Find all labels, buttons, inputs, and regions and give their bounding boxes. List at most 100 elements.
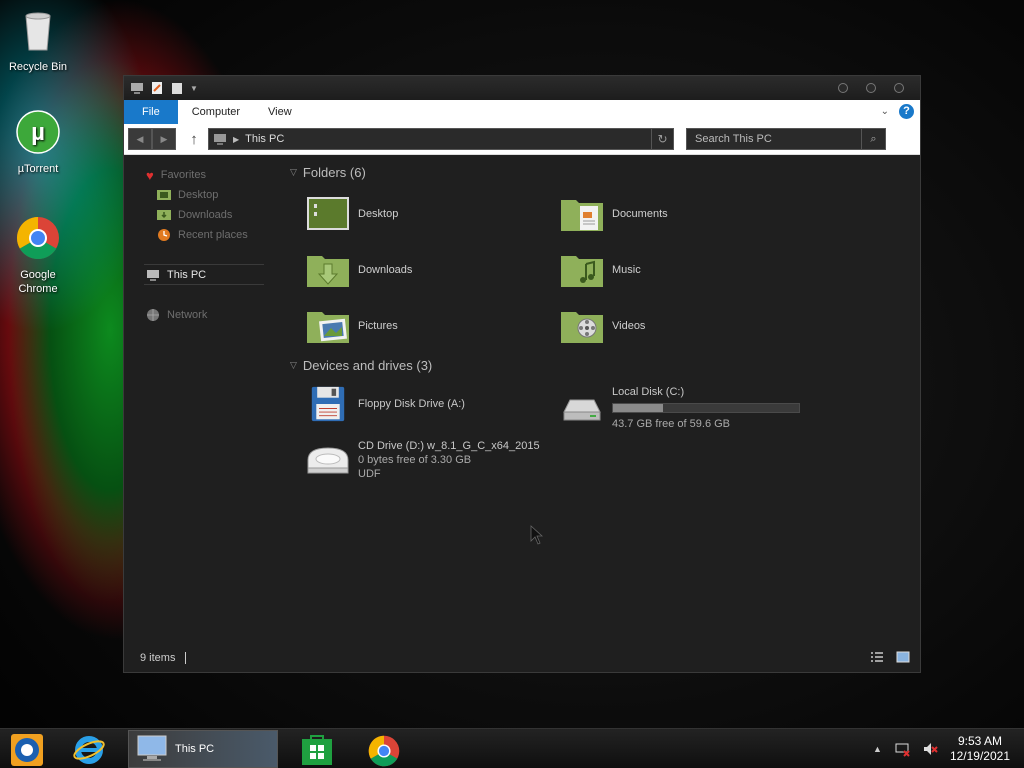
heart-icon: ♥ xyxy=(146,167,154,183)
folder-documents[interactable]: Documents xyxy=(560,196,668,232)
chrome-icon[interactable] xyxy=(368,733,400,768)
taskbar: This PC ▲ 9:53 AM 12/19/2021 xyxy=(0,728,1024,768)
desktop-folder-icon xyxy=(157,190,171,200)
volume-muted-icon[interactable] xyxy=(922,741,938,757)
group-header-folders[interactable]: ▽ Folders (6) xyxy=(290,165,366,180)
internet-explorer-icon[interactable] xyxy=(72,732,106,768)
address-field[interactable]: ▶ This PC ↻ xyxy=(208,128,674,150)
utorrent-icon: µ xyxy=(16,110,60,154)
drive-cd[interactable]: CD Drive (D:) w_8.1_G_C_x64_2015 0 bytes… xyxy=(306,440,540,480)
recycle-bin-icon xyxy=(25,12,51,51)
large-icons-view-icon[interactable] xyxy=(896,651,910,663)
desktop-folder-icon xyxy=(307,197,349,230)
store-icon[interactable] xyxy=(300,732,334,768)
minimize-button[interactable] xyxy=(838,83,848,93)
taskbar-item-label: This PC xyxy=(175,743,215,755)
search-icon[interactable]: ⌕ xyxy=(861,129,885,149)
group-header-label: Devices and drives (3) xyxy=(302,358,433,373)
properties-icon[interactable] xyxy=(150,81,164,95)
floppy-disk-icon xyxy=(311,386,345,422)
capacity-bar-fill xyxy=(613,404,663,412)
ribbon-tabs: File Computer View ⌄ ? xyxy=(124,100,920,124)
group-header-label: Folders (6) xyxy=(302,165,366,180)
pictures-folder-icon xyxy=(307,312,349,343)
folder-label: Documents xyxy=(612,208,668,220)
desktop-icon-google-chrome[interactable]: Google Chrome xyxy=(2,216,74,296)
folder-pictures[interactable]: Pictures xyxy=(306,308,398,344)
details-view-icon[interactable] xyxy=(870,651,884,663)
desktop-icon-label: Recycle Bin xyxy=(8,61,68,73)
desktop-icon-label: Google Chrome xyxy=(18,269,58,295)
recent-places-icon xyxy=(158,229,170,241)
desktop-icon-recycle-bin[interactable]: Recycle Bin xyxy=(2,8,74,74)
navigation-pane: ♥ Favorites Desktop Downloads Recent pla… xyxy=(124,156,284,646)
start-button-icon[interactable] xyxy=(10,732,44,768)
documents-folder-icon xyxy=(561,200,603,231)
nav-item-desktop[interactable]: Desktop xyxy=(157,186,218,204)
hard-drive-icon xyxy=(563,399,601,421)
folder-desktop[interactable]: Desktop xyxy=(306,196,398,232)
status-divider xyxy=(185,652,187,664)
group-header-devices[interactable]: ▽ Devices and drives (3) xyxy=(290,358,432,373)
nav-item-label: Favorites xyxy=(160,169,206,181)
chevron-down-icon: ▽ xyxy=(290,360,297,370)
svg-text:µ: µ xyxy=(31,119,45,146)
breadcrumb-chevron-icon: ▶ xyxy=(233,134,240,144)
show-hidden-icons-icon[interactable]: ▲ xyxy=(873,744,882,754)
help-icon[interactable]: ? xyxy=(899,104,914,119)
nav-divider xyxy=(144,284,264,285)
back-button[interactable]: ◀ xyxy=(128,128,152,150)
up-arrow-icon[interactable]: ↑ xyxy=(184,131,204,148)
nav-item-downloads[interactable]: Downloads xyxy=(157,206,232,224)
folder-music[interactable]: Music xyxy=(560,252,641,288)
folder-label: Videos xyxy=(612,320,646,332)
drive-label: Local Disk (C:) xyxy=(612,386,685,398)
folder-label: Downloads xyxy=(358,264,413,276)
expand-ribbon-icon[interactable]: ⌄ xyxy=(881,106,889,117)
drive-free-space: 0 bytes free of 3.30 GB xyxy=(358,454,472,466)
search-input[interactable]: Search This PC ⌕ xyxy=(686,128,886,150)
new-folder-icon[interactable] xyxy=(170,81,184,95)
maximize-button[interactable] xyxy=(866,83,876,93)
computer-icon[interactable] xyxy=(130,81,144,95)
desktop-icon-utorrent[interactable]: µ µTorrent xyxy=(2,110,74,176)
drive-free-space: 43.7 GB free of 59.6 GB xyxy=(612,418,731,430)
breadcrumb: This PC xyxy=(245,133,285,145)
nav-item-label: Network xyxy=(167,309,208,321)
folder-downloads[interactable]: Downloads xyxy=(306,252,412,288)
nav-item-network[interactable]: Network xyxy=(146,306,207,324)
close-button[interactable] xyxy=(894,83,904,93)
explorer-window: ▼ File Computer View ⌄ ? ◀ ▶ ↑ ▶ This PC… xyxy=(123,75,921,673)
tab-file[interactable]: File xyxy=(124,100,178,124)
item-count: 9 items xyxy=(140,652,176,664)
taskbar-this-pc[interactable]: This PC xyxy=(128,730,278,768)
nav-divider xyxy=(144,264,264,265)
forward-button[interactable]: ▶ xyxy=(152,128,176,150)
this-pc-icon xyxy=(137,735,167,761)
clock[interactable]: 9:53 AM 12/19/2021 xyxy=(950,734,1010,764)
tab-computer[interactable]: Computer xyxy=(178,100,254,124)
nav-item-recent-places[interactable]: Recent places xyxy=(157,226,248,244)
drive-local-disk[interactable]: Local Disk (C:) 43.7 GB free of 59.6 GB xyxy=(560,386,800,430)
nav-item-this-pc[interactable]: This PC xyxy=(146,266,206,284)
downloads-folder-icon xyxy=(307,256,349,287)
nav-item-favorites[interactable]: ♥ Favorites xyxy=(146,166,206,184)
folder-label: Pictures xyxy=(358,320,398,332)
tab-view[interactable]: View xyxy=(254,100,306,124)
drive-floppy[interactable]: Floppy Disk Drive (A:) xyxy=(306,386,465,422)
address-bar: ◀ ▶ ↑ ▶ This PC ↻ Search This PC ⌕ xyxy=(124,124,920,155)
this-pc-icon xyxy=(214,134,226,145)
drive-filesystem: UDF xyxy=(358,468,381,480)
chevron-down-icon[interactable]: ▼ xyxy=(190,84,198,93)
clock-date: 12/19/2021 xyxy=(949,749,1010,763)
refresh-button[interactable]: ↻ xyxy=(651,129,673,149)
videos-folder-icon xyxy=(561,312,603,343)
network-status-icon[interactable] xyxy=(894,741,910,757)
nav-item-label: This PC xyxy=(167,269,207,281)
folder-videos[interactable]: Videos xyxy=(560,308,645,344)
explorer-body: ♥ Favorites Desktop Downloads Recent pla… xyxy=(124,156,920,672)
desktop-icon-label: µTorrent xyxy=(17,163,59,175)
drive-label: CD Drive (D:) w_8.1_G_C_x64_2015 xyxy=(358,440,540,452)
folder-label: Desktop xyxy=(358,208,399,220)
title-bar: ▼ xyxy=(124,76,920,100)
